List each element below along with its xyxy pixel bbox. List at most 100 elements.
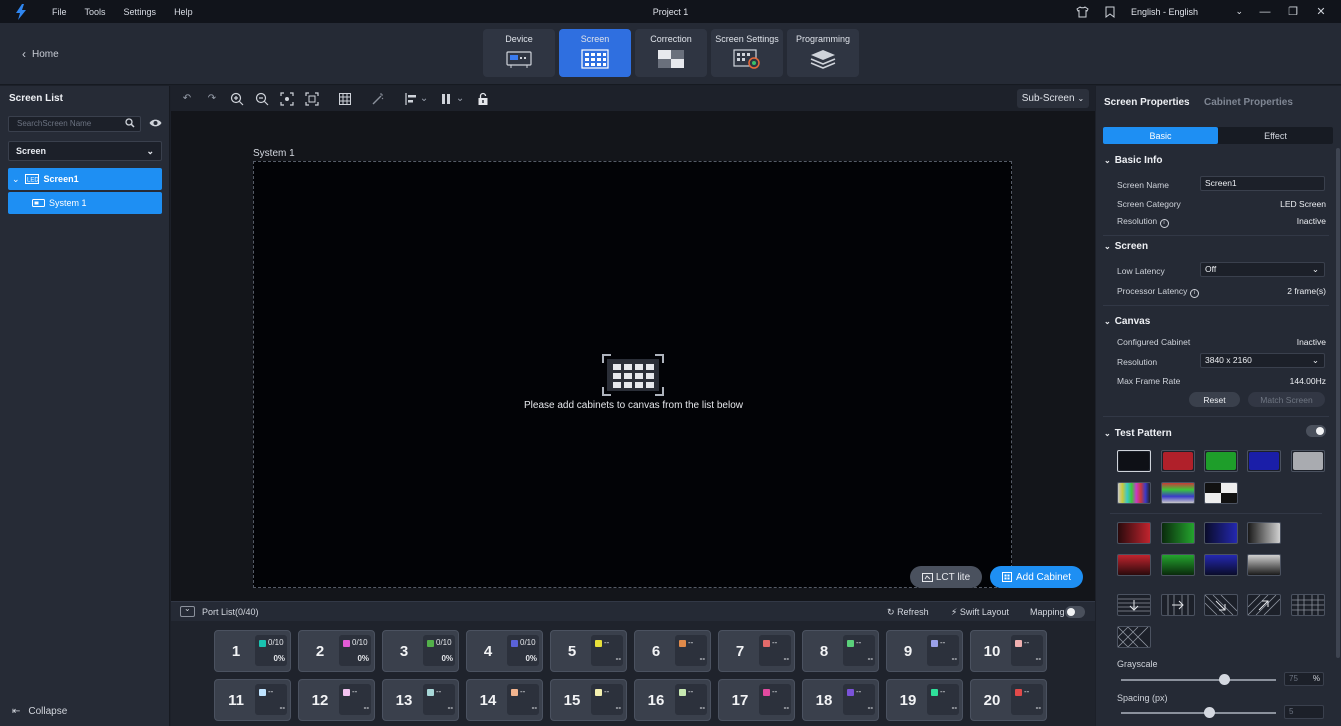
pattern-blue-gradient-v[interactable] bbox=[1204, 554, 1238, 576]
section-canvas[interactable]: ⌄ Canvas bbox=[1104, 316, 1150, 327]
pattern-color-bars[interactable] bbox=[1117, 482, 1151, 504]
pattern-solid-green[interactable] bbox=[1204, 450, 1238, 472]
port-card[interactable]: 4 0/10 0% bbox=[466, 630, 543, 672]
port-card[interactable]: 14 -- -- bbox=[466, 679, 543, 721]
fit-screen-icon[interactable] bbox=[305, 91, 319, 106]
port-card[interactable]: 6 -- -- bbox=[634, 630, 711, 672]
tab-correction[interactable]: Correction bbox=[635, 29, 707, 77]
unlock-icon[interactable] bbox=[476, 92, 490, 106]
pattern-gradient-bars[interactable] bbox=[1161, 482, 1195, 504]
fit-center-icon[interactable] bbox=[280, 91, 294, 106]
collapse-button[interactable]: ⇤ Collapse bbox=[12, 706, 67, 717]
zoom-in-icon[interactable] bbox=[230, 92, 244, 106]
port-list-toggle[interactable]: ⌄ bbox=[180, 604, 195, 617]
port-card[interactable]: 20 -- -- bbox=[970, 679, 1047, 721]
minimize-button[interactable]: — bbox=[1251, 0, 1279, 23]
pattern-solid-red[interactable] bbox=[1161, 450, 1195, 472]
tab-cabinet-properties[interactable]: Cabinet Properties bbox=[1204, 97, 1293, 108]
section-test-pattern[interactable]: ⌄ Test Pattern bbox=[1104, 428, 1172, 439]
port-card[interactable]: 8 -- -- bbox=[802, 630, 879, 672]
grayscale-slider[interactable] bbox=[1121, 674, 1276, 685]
test-pattern-toggle[interactable] bbox=[1306, 425, 1326, 437]
pattern-solid-blue[interactable] bbox=[1247, 450, 1281, 472]
add-cabinet-button[interactable]: Add Cabinet bbox=[990, 566, 1083, 588]
grid-icon[interactable] bbox=[338, 92, 352, 106]
align-icon[interactable] bbox=[404, 92, 418, 106]
port-card[interactable]: 13 -- -- bbox=[382, 679, 459, 721]
spacing-slider[interactable] bbox=[1121, 707, 1276, 718]
home-link[interactable]: ‹ Home bbox=[22, 47, 59, 61]
section-basic-info[interactable]: ⌄ Basic Info bbox=[1104, 155, 1163, 166]
distribute-icon[interactable] bbox=[440, 92, 454, 106]
chevron-down-icon[interactable]: ⌄ bbox=[456, 92, 464, 106]
port-card[interactable]: 2 0/10 0% bbox=[298, 630, 375, 672]
menu-settings[interactable]: Settings bbox=[124, 7, 157, 17]
pattern-green-gradient-v[interactable] bbox=[1161, 554, 1195, 576]
eye-icon[interactable] bbox=[149, 118, 162, 128]
info-icon[interactable]: i bbox=[1189, 289, 1199, 298]
pattern-solid-black[interactable] bbox=[1117, 450, 1151, 472]
pattern-diagonal-down[interactable] bbox=[1204, 594, 1238, 616]
port-card[interactable]: 19 -- -- bbox=[886, 679, 963, 721]
port-card[interactable]: 16 -- -- bbox=[634, 679, 711, 721]
redo-icon[interactable]: ↷ bbox=[205, 92, 219, 106]
zoom-out-icon[interactable] bbox=[255, 92, 269, 106]
pattern-diagonal-up[interactable] bbox=[1247, 594, 1281, 616]
search-icon[interactable] bbox=[125, 118, 135, 128]
bookmark-icon[interactable] bbox=[1103, 5, 1117, 19]
grayscale-input[interactable]: 75% bbox=[1284, 672, 1324, 686]
screen-canvas[interactable]: Please add cabinets to canvas from the l… bbox=[253, 161, 1012, 588]
shirt-icon[interactable] bbox=[1075, 5, 1089, 19]
pattern-checker[interactable] bbox=[1204, 482, 1238, 504]
scrollbar[interactable] bbox=[1336, 148, 1340, 658]
pattern-gray-gradient-h[interactable] bbox=[1247, 522, 1281, 544]
port-card[interactable]: 12 -- -- bbox=[298, 679, 375, 721]
tab-device[interactable]: Device bbox=[483, 29, 555, 77]
pattern-red-gradient-h[interactable] bbox=[1117, 522, 1151, 544]
slider-handle[interactable] bbox=[1204, 707, 1215, 718]
menu-tools[interactable]: Tools bbox=[85, 7, 106, 17]
port-card[interactable]: 18 -- -- bbox=[802, 679, 879, 721]
lct-lite-button[interactable]: LCT lite bbox=[910, 566, 982, 588]
pattern-horizontal-lines[interactable] bbox=[1117, 594, 1151, 616]
tab-screen[interactable]: Screen bbox=[559, 29, 631, 77]
pattern-gray-gradient-v[interactable] bbox=[1247, 554, 1281, 576]
reset-button[interactable]: Reset bbox=[1189, 392, 1240, 407]
mapping-toggle[interactable] bbox=[1065, 606, 1085, 618]
pattern-diagonal-grid[interactable] bbox=[1117, 626, 1151, 648]
match-screen-button[interactable]: Match Screen bbox=[1248, 392, 1325, 407]
port-card[interactable]: 17 -- -- bbox=[718, 679, 795, 721]
magic-wand-icon[interactable] bbox=[371, 92, 385, 106]
menu-file[interactable]: File bbox=[52, 7, 67, 17]
subscreen-dropdown[interactable]: Sub-Screen ⌄ bbox=[1017, 89, 1089, 108]
tree-item-screen1[interactable]: ⌄ LED Screen1 bbox=[8, 168, 162, 190]
port-card[interactable]: 5 -- -- bbox=[550, 630, 627, 672]
chevron-down-icon[interactable]: ⌄ bbox=[420, 92, 428, 106]
section-screen[interactable]: ⌄ Screen bbox=[1104, 241, 1148, 252]
info-icon[interactable]: i bbox=[1159, 219, 1169, 228]
undo-icon[interactable]: ↶ bbox=[180, 92, 194, 106]
close-button[interactable]: ✕ bbox=[1307, 0, 1335, 23]
low-latency-select[interactable]: Off ⌄ bbox=[1200, 262, 1325, 277]
port-card[interactable]: 3 0/10 0% bbox=[382, 630, 459, 672]
port-card[interactable]: 9 -- -- bbox=[886, 630, 963, 672]
pattern-vertical-lines[interactable] bbox=[1161, 594, 1195, 616]
port-card[interactable]: 15 -- -- bbox=[550, 679, 627, 721]
slider-handle[interactable] bbox=[1219, 674, 1230, 685]
language-select[interactable]: English - English ⌄ bbox=[1131, 6, 1243, 17]
refresh-button[interactable]: ↻ Refresh bbox=[887, 607, 929, 618]
tab-screen-properties[interactable]: Screen Properties bbox=[1104, 97, 1190, 108]
menu-help[interactable]: Help bbox=[174, 7, 193, 17]
pattern-grid-lines[interactable] bbox=[1291, 594, 1325, 616]
pattern-solid-white[interactable] bbox=[1291, 450, 1325, 472]
canvas-resolution-select[interactable]: 3840 x 2160 ⌄ bbox=[1200, 353, 1325, 368]
swift-layout-button[interactable]: ⚡︎ Swift Layout bbox=[951, 607, 1009, 618]
tab-programming[interactable]: Programming bbox=[787, 29, 859, 77]
tree-item-system1[interactable]: System 1 bbox=[8, 192, 162, 214]
pattern-red-gradient-v[interactable] bbox=[1117, 554, 1151, 576]
segment-basic[interactable]: Basic bbox=[1103, 127, 1218, 144]
screen-name-input[interactable]: Screen1 bbox=[1200, 176, 1325, 191]
port-card[interactable]: 7 -- -- bbox=[718, 630, 795, 672]
spacing-input[interactable]: 5 bbox=[1284, 705, 1324, 719]
tab-screen-settings[interactable]: Screen Settings bbox=[711, 29, 783, 77]
